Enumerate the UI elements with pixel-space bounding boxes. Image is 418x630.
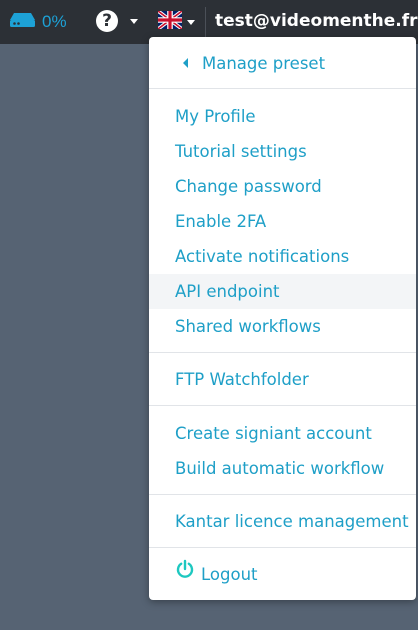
menu-item-activate-notifications[interactable]: Activate notifications bbox=[149, 239, 416, 274]
power-icon bbox=[175, 556, 195, 591]
menu-item-create-signiant-account[interactable]: Create signiant account bbox=[149, 416, 416, 451]
caret-down-icon bbox=[187, 20, 195, 25]
language-selector[interactable] bbox=[156, 9, 195, 34]
menu-separator bbox=[149, 547, 416, 548]
menu-item-api-endpoint[interactable]: API endpoint bbox=[149, 274, 416, 309]
logout-label: Logout bbox=[201, 565, 258, 584]
help-icon: ? bbox=[96, 10, 118, 32]
storage-indicator[interactable]: 0% bbox=[9, 10, 67, 34]
menu-item-shared-workflows[interactable]: Shared workflows bbox=[149, 309, 416, 344]
menu-item-kantar-licence-management[interactable]: Kantar licence management bbox=[149, 504, 416, 539]
storage-drive-icon bbox=[9, 12, 36, 33]
user-menu-button[interactable]: test@videomenthe.fr bbox=[215, 11, 418, 31]
caret-down-icon bbox=[130, 18, 138, 24]
storage-percent: 0% bbox=[42, 12, 67, 31]
menu-separator bbox=[149, 405, 416, 406]
user-email: test@videomenthe.fr bbox=[215, 11, 418, 31]
manage-preset-item[interactable]: Manage preset bbox=[149, 46, 416, 81]
menu-item-tutorial-settings[interactable]: Tutorial settings bbox=[149, 134, 416, 169]
menu-item-ftp-watchfolder[interactable]: FTP Watchfolder bbox=[149, 362, 416, 397]
menu-item-change-password[interactable]: Change password bbox=[149, 169, 416, 204]
uk-flag-icon bbox=[156, 9, 184, 34]
menu-separator bbox=[149, 352, 416, 353]
menu-item-my-profile[interactable]: My Profile bbox=[149, 99, 416, 134]
navbar-divider bbox=[205, 7, 206, 37]
menu-separator bbox=[149, 88, 416, 89]
menu-separator bbox=[149, 494, 416, 495]
chevron-left-icon bbox=[183, 57, 188, 68]
menu-item-enable-2fa[interactable]: Enable 2FA bbox=[149, 204, 416, 239]
user-dropdown-menu: Manage preset My Profile Tutorial settin… bbox=[149, 37, 416, 600]
logout-item[interactable]: Logout bbox=[149, 557, 416, 592]
help-menu-button[interactable]: ? bbox=[96, 10, 138, 32]
menu-item-build-automatic-workflow[interactable]: Build automatic workflow bbox=[149, 451, 416, 486]
manage-preset-label: Manage preset bbox=[202, 54, 326, 73]
